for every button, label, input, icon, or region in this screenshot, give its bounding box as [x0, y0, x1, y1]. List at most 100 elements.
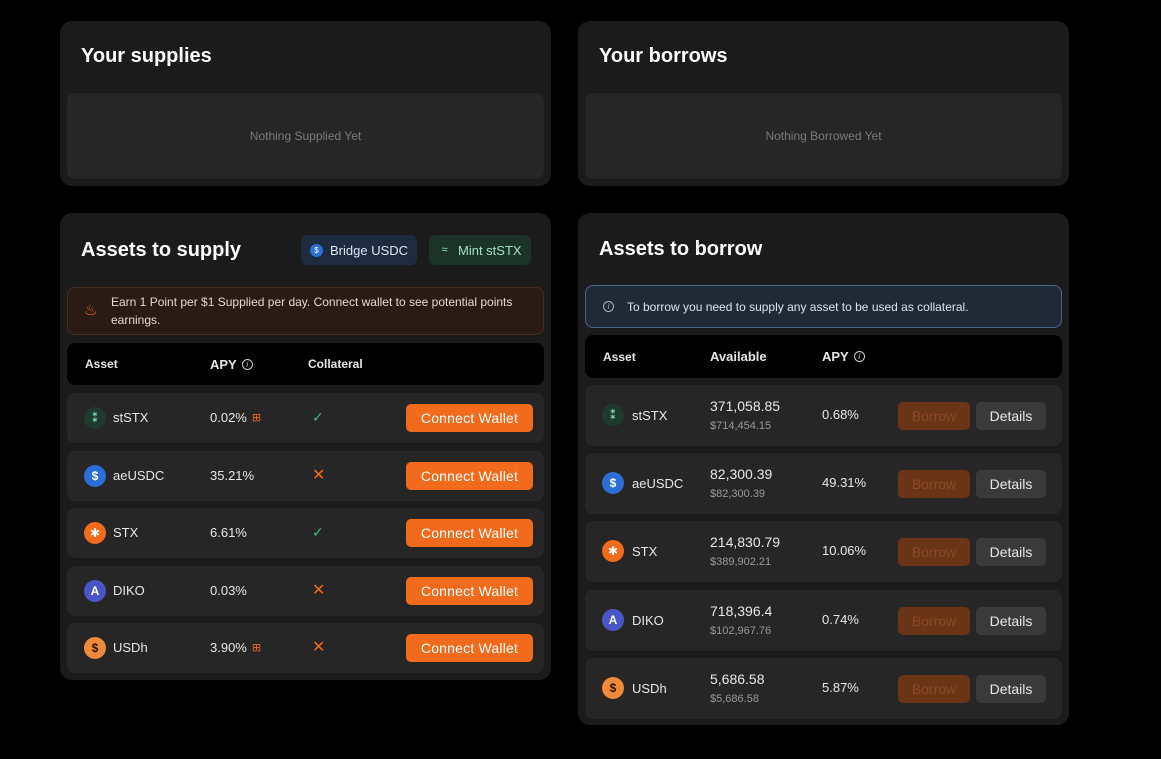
col-asset: Asset [85, 357, 118, 371]
borrow-button: Borrow [898, 538, 970, 567]
col-apy-label: APY [822, 349, 849, 364]
connect-wallet-button[interactable]: Connect Wallet [406, 634, 533, 662]
diko-icon: A [602, 608, 624, 631]
usdc-icon: $ [310, 243, 323, 257]
info-circle-icon: i [603, 301, 614, 312]
stx-icon: ✱ [84, 522, 106, 544]
collateral-info-text: To borrow you need to supply any asset t… [627, 300, 969, 314]
supply-row: $ aeUSDC 35.21% ✕ Connect Wallet [67, 450, 544, 501]
details-button[interactable]: Details [976, 402, 1046, 430]
supply-table-header: Asset APY i Collateral [67, 343, 544, 385]
stx-icon: ✱ [602, 540, 624, 563]
apy-value: 0.02% [210, 410, 247, 425]
supply-apy: 0.03% [210, 583, 247, 598]
available-usd: $714,454.15 [710, 420, 772, 432]
borrow-button: Borrow [898, 470, 970, 499]
borrow-row: ✱ STX 214,830.79 $389,902.21 10.06% Borrow Det… [585, 521, 1062, 583]
cross-icon: ✕ [312, 639, 326, 656]
available-usd: $82,300.39 [710, 488, 766, 501]
assets-to-borrow-panel: Assets to borrow i To borrow you need to… [578, 213, 1069, 725]
borrow-table-header: Asset Available APY i [585, 335, 1062, 378]
supply-apy: 0.02% ⊞ [210, 410, 261, 425]
asset-symbol: stSTX [632, 408, 668, 423]
details-button[interactable]: Details [976, 606, 1046, 635]
connect-wallet-button[interactable]: Connect Wallet [406, 519, 533, 547]
gift-icon: ⊞ [251, 412, 262, 424]
ststx-icon: ⁑ [602, 404, 624, 426]
asset-symbol: STX [632, 544, 658, 560]
supply-apy: 6.61% [210, 525, 247, 540]
apy-value: 6.61% [210, 525, 247, 540]
borrow-button: Borrow [898, 606, 970, 635]
available-usd: $389,902.21 [710, 556, 772, 569]
assets-to-borrow-title: Assets to borrow [599, 238, 763, 260]
supply-row: ⁑ stSTX 0.02% ⊞ ✓ Connect Wallet [67, 393, 544, 443]
your-borrows-panel: Your borrows Nothing Borrowed Yet [578, 21, 1069, 186]
checkmark-icon: ✓ [312, 524, 324, 540]
connect-wallet-button[interactable]: Connect Wallet [406, 404, 533, 432]
apy-value: 0.03% [210, 582, 247, 598]
connect-wallet-button[interactable]: Connect Wallet [406, 461, 533, 490]
borrow-button: Borrow [898, 402, 970, 430]
borrow-button: Borrow [898, 674, 970, 703]
apy-value: 3.90% [210, 640, 247, 655]
asset-symbol: aeUSDC [632, 476, 684, 492]
flame-icon: ♨ [84, 302, 98, 319]
borrow-apy: 0.74% [822, 611, 859, 627]
mint-ststx-label: Mint stSTX [458, 242, 522, 258]
mint-ststx-button[interactable]: ≈ Mint stSTX [429, 235, 531, 265]
diko-icon: A [84, 579, 106, 602]
asset-symbol: aeUSDC [113, 467, 165, 483]
details-button[interactable]: Details [976, 470, 1046, 499]
supply-apy: 3.90% ⊞ [210, 640, 261, 655]
aeusdc-icon: $ [602, 472, 624, 495]
details-button[interactable]: Details [976, 674, 1046, 703]
points-banner: ♨ Earn 1 Point per $1 Supplied per day. … [67, 287, 544, 335]
info-icon[interactable]: i [241, 358, 253, 370]
your-supplies-panel: Your supplies Nothing Supplied Yet [60, 21, 551, 186]
connect-wallet-button[interactable]: Connect Wallet [406, 576, 533, 605]
usdh-icon: $ [602, 676, 624, 699]
borrow-apy: 49.31% [822, 475, 867, 491]
available-usd: $102,967.76 [710, 624, 772, 637]
borrow-apy: 10.06% [822, 543, 867, 559]
available-usd: $5,686.58 [710, 692, 759, 705]
details-button[interactable]: Details [976, 538, 1046, 567]
col-available: Available [710, 349, 767, 364]
available-amount: 718,396.4 [710, 602, 773, 619]
aeusdc-icon: $ [84, 464, 106, 487]
available-amount: 371,058.85 [710, 398, 781, 414]
asset-symbol: DIKO [632, 612, 664, 628]
borrow-row: $ USDh 5,686.58 $5,686.58 5.87% Borrow Details [585, 657, 1062, 719]
your-supplies-title: Your supplies [81, 45, 212, 67]
your-borrows-title: Your borrows [599, 45, 728, 67]
bridge-usdc-label: Bridge USDC [330, 242, 409, 258]
borrow-row: A DIKO 718,396.4 $102,967.76 0.74% Borrow Deta… [585, 589, 1062, 651]
assets-to-supply-title: Assets to supply [81, 239, 242, 261]
gift-icon: ⊞ [251, 642, 262, 654]
borrow-apy: 0.68% [822, 407, 859, 422]
usdh-icon: $ [84, 637, 106, 659]
available-amount: 82,300.39 [710, 466, 773, 483]
info-icon[interactable]: i [853, 351, 865, 362]
nothing-supplied-placeholder: Nothing Supplied Yet [67, 93, 544, 179]
cross-icon: ✕ [312, 466, 326, 484]
available-amount: 214,830.79 [710, 534, 781, 551]
asset-symbol: USDh [632, 680, 667, 696]
ststx-icon: ⁑ [84, 407, 106, 429]
supply-row: A DIKO 0.03% ✕ Connect Wallet [67, 565, 544, 616]
collateral-info-banner: i To borrow you need to supply any asset… [585, 285, 1062, 328]
col-collateral: Collateral [308, 357, 363, 371]
apy-value: 35.21% [210, 467, 255, 483]
assets-to-supply-panel: Assets to supply $ Bridge USDC ≈ Mint st… [60, 213, 551, 680]
supply-row: $ USDh 3.90% ⊞ ✕ Connect Wallet [67, 623, 544, 673]
ststx-icon: ≈ [441, 244, 448, 256]
supply-apy: 35.21% [210, 468, 254, 483]
col-apy: APY i [210, 343, 253, 385]
bridge-usdc-button[interactable]: $ Bridge USDC [301, 235, 418, 265]
nothing-borrowed-placeholder: Nothing Borrowed Yet [585, 93, 1062, 179]
col-apy-label: APY [210, 356, 237, 372]
asset-symbol: DIKO [113, 582, 145, 598]
available-amount: 5,686.58 [710, 670, 765, 687]
cross-icon: ✕ [312, 581, 326, 599]
